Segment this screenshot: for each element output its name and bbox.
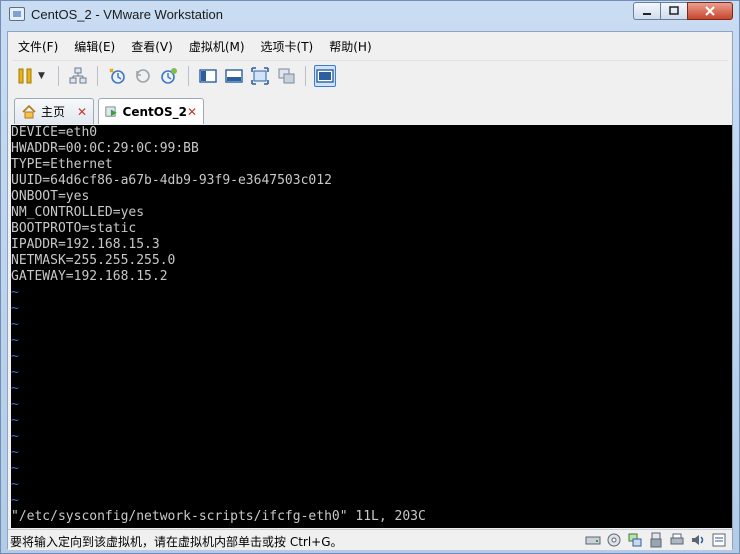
console-line: NM_CONTROLLED=yes	[11, 205, 145, 220]
maximize-button[interactable]	[660, 2, 687, 20]
vim-empty-line: ~	[11, 349, 19, 364]
snapshot-manager-button[interactable]	[158, 65, 180, 87]
snapshot-button[interactable]	[106, 65, 128, 87]
vim-status-line: "/etc/sysconfig/network-scripts/ifcfg-et…	[11, 509, 426, 524]
vim-empty-line: ~	[11, 365, 19, 380]
maximize-icon	[669, 6, 679, 15]
home-icon	[22, 104, 36, 118]
tab-strip: 主页 ✕ CentOS_2 ✕	[8, 96, 732, 124]
unity-icon	[278, 68, 295, 84]
snapshot-manager-icon	[161, 68, 177, 84]
message-log-status[interactable]	[710, 531, 728, 549]
fullscreen-icon	[251, 67, 269, 85]
client-area: 文件(F) 编辑(E) 查看(V) 虚拟机(M) 选项卡(T) 帮助(H) ▼	[7, 31, 733, 550]
thumbnail-view-button[interactable]	[314, 65, 336, 87]
close-icon	[705, 6, 715, 16]
power-dropdown-caret[interactable]: ▼	[38, 71, 48, 81]
toolbar: ▼	[12, 60, 728, 91]
menu-file[interactable]: 文件(F)	[12, 37, 64, 57]
vim-empty-line: ~	[11, 285, 19, 300]
network-adapter-icon	[628, 533, 642, 547]
window-title: CentOS_2 - VMware Workstation	[31, 7, 223, 22]
tab-home-label: 主页	[41, 105, 66, 119]
minimize-button[interactable]	[633, 2, 660, 20]
console-line: IPADDR=192.168.15.3	[11, 237, 160, 252]
vmware-app-icon	[9, 7, 25, 21]
revert-snapshot-button[interactable]	[132, 65, 154, 87]
toolbar-separator	[97, 66, 98, 86]
close-tab-centos2-icon[interactable]: ✕	[187, 105, 197, 119]
vim-empty-line: ~	[11, 381, 19, 396]
vim-empty-line: ~	[11, 413, 19, 428]
console-line: UUID=64d6cf86-a67b-4db9-93f9-e3647503c01…	[11, 173, 332, 188]
hard-disk-status[interactable]	[584, 531, 602, 549]
console-line: HWADDR=00:0C:29:0C:99:BB	[11, 141, 199, 156]
network-icon	[69, 67, 87, 84]
network-button[interactable]	[67, 65, 89, 87]
title-bar[interactable]: CentOS_2 - VMware Workstation	[1, 1, 739, 29]
menu-view[interactable]: 查看(V)	[125, 37, 179, 57]
hard-disk-icon	[585, 536, 601, 545]
console-line: BOOTPROTO=static	[11, 221, 137, 236]
cdrom-status[interactable]	[605, 531, 623, 549]
toolbar-separator	[305, 66, 306, 86]
menu-edit[interactable]: 编辑(E)	[68, 37, 121, 57]
vm-console[interactable]: DEVICE=eth0 HWADDR=00:0C:29:0C:99:BB TYP…	[11, 125, 732, 528]
console-line: ONBOOT=yes	[11, 189, 90, 204]
pause-icon	[18, 68, 32, 84]
console-line: DEVICE=eth0	[11, 125, 98, 140]
message-log-icon	[712, 533, 726, 547]
window-controls	[633, 2, 733, 20]
status-bar: 要将输入定向到该虚拟机，请在虚拟机内部单击或按 Ctrl+G。	[8, 529, 732, 550]
cdrom-icon	[607, 533, 621, 547]
snapshot-icon	[109, 68, 125, 84]
tab-centos2-label: CentOS_2	[122, 104, 187, 119]
console-line: TYPE=Ethernet	[11, 157, 113, 172]
vim-empty-line: ~	[11, 301, 19, 316]
sound-icon	[692, 535, 704, 545]
usb-icon	[650, 532, 662, 548]
console-line: GATEWAY=192.168.15.2	[11, 269, 168, 284]
minimize-icon	[643, 13, 651, 15]
console-view-button[interactable]	[223, 65, 245, 87]
sidebar-toggle-button[interactable]	[197, 65, 219, 87]
vim-empty-line: ~	[11, 333, 19, 348]
printer-status[interactable]	[668, 531, 686, 549]
vm-running-icon	[105, 106, 117, 117]
console-line: NETMASK=255.255.255.0	[11, 253, 176, 268]
pause-button[interactable]	[14, 65, 36, 87]
device-icons	[581, 531, 728, 549]
unity-button[interactable]	[275, 65, 297, 87]
close-tab-home-icon[interactable]: ✕	[77, 105, 87, 119]
menu-tabs[interactable]: 选项卡(T)	[255, 37, 320, 57]
vim-empty-line: ~	[11, 493, 19, 508]
thumbnail-icon	[316, 69, 334, 83]
vmware-window: CentOS_2 - VMware Workstation 文件(F) 编辑(E…	[0, 0, 740, 554]
network-adapter-status[interactable]	[626, 531, 644, 549]
toolbar-separator	[58, 66, 59, 86]
revert-icon	[136, 69, 150, 83]
menu-vm[interactable]: 虚拟机(M)	[183, 37, 251, 57]
vim-empty-line: ~	[11, 477, 19, 492]
vim-empty-line: ~	[11, 397, 19, 412]
tab-home[interactable]: 主页 ✕	[14, 98, 94, 124]
sound-status[interactable]	[689, 531, 707, 549]
vim-empty-line: ~	[11, 317, 19, 332]
tab-centos2[interactable]: CentOS_2 ✕	[98, 98, 204, 124]
printer-icon	[670, 533, 684, 545]
menu-help[interactable]: 帮助(H)	[323, 37, 377, 57]
fullscreen-button[interactable]	[249, 65, 271, 87]
console-view-icon	[225, 69, 243, 83]
vim-empty-line: ~	[11, 445, 19, 460]
usb-status[interactable]	[647, 531, 665, 549]
menu-bar: 文件(F) 编辑(E) 查看(V) 虚拟机(M) 选项卡(T) 帮助(H)	[8, 37, 378, 57]
status-message: 要将输入定向到该虚拟机，请在虚拟机内部单击或按 Ctrl+G。	[10, 535, 343, 549]
vim-empty-line: ~	[11, 461, 19, 476]
close-button[interactable]	[687, 2, 733, 20]
sidebar-icon	[199, 69, 217, 83]
vim-empty-line: ~	[11, 429, 19, 444]
toolbar-separator	[188, 66, 189, 86]
